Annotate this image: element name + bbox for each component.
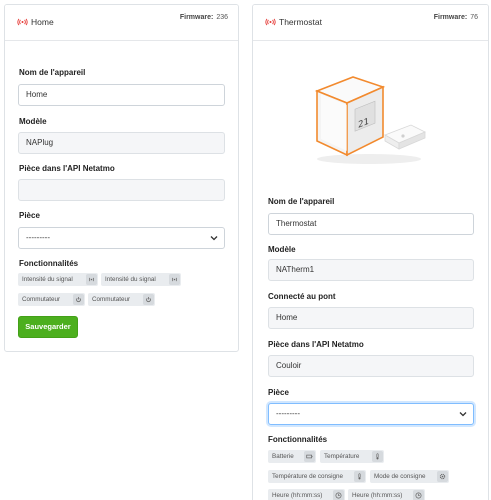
firmware-label: Firmware:	[433, 14, 468, 21]
device-name-label: Nom de l'appareil	[268, 197, 335, 206]
feature-tag-label: Commutateur	[22, 296, 61, 303]
feature-tag-label: Heure (hh:mm:ss)	[352, 492, 403, 499]
firmware-value: 76	[470, 14, 478, 21]
feature-tag-label: Batterie	[272, 453, 294, 460]
battery-icon	[304, 451, 315, 462]
room-select-value: ---------	[276, 409, 300, 418]
api-room-input[interactable]: Couloir	[268, 355, 474, 377]
bridge-label: Connecté au pont	[268, 292, 336, 301]
model-label: Modèle	[19, 117, 47, 126]
card-title: Thermostat	[265, 17, 322, 27]
api-room-input[interactable]	[18, 179, 225, 201]
feature-tag[interactable]: Commutateur	[88, 293, 155, 306]
card-title: Home	[17, 17, 54, 27]
room-select[interactable]: ---------	[18, 227, 225, 249]
thermostat-image: 21	[314, 76, 426, 164]
api-room-label: Pièce dans l'API Netatmo	[19, 164, 115, 173]
feature-tag[interactable]: Heure (hh:mm:ss)	[348, 489, 425, 500]
card-header: Home Firmware: 236	[5, 5, 238, 41]
device-name-title: Home	[31, 17, 54, 27]
feature-tag[interactable]: Température de consigne	[268, 470, 366, 483]
feature-tag[interactable]: Intensité du signal	[101, 273, 181, 286]
feature-tag-label: Commutateur	[92, 296, 131, 303]
chevron-down-icon	[210, 236, 218, 241]
feature-tag[interactable]: Intensité du signal	[18, 273, 98, 286]
feature-tag-label: Température de consigne	[272, 473, 344, 480]
device-name-input[interactable]: Thermostat	[268, 213, 474, 235]
thermometer-icon	[354, 471, 365, 482]
signal-icon	[86, 274, 97, 285]
signal-icon	[169, 274, 180, 285]
wifi-signal-icon	[265, 18, 276, 26]
api-room-label: Pièce dans l'API Netatmo	[268, 340, 364, 349]
model-input[interactable]: NATherm1	[268, 259, 474, 281]
features-label: Fonctionnalités	[268, 435, 328, 444]
feature-tag[interactable]: Commutateur	[18, 293, 85, 306]
clock-icon	[333, 490, 344, 500]
room-select[interactable]: ---------	[268, 403, 474, 425]
feature-tag[interactable]: Batterie	[268, 450, 316, 463]
chevron-down-icon	[459, 412, 467, 417]
firmware-value: 236	[216, 14, 228, 21]
room-label: Pièce	[19, 211, 40, 220]
room-label: Pièce	[268, 388, 289, 397]
feature-tag-label: Intensité du signal	[22, 276, 73, 283]
features-label: Fonctionnalités	[19, 259, 79, 268]
power-icon	[143, 294, 154, 305]
feature-tag-label: Température	[324, 453, 360, 460]
firmware-label: Firmware:	[179, 14, 214, 21]
bridge-input[interactable]: Home	[268, 307, 474, 329]
power-icon	[73, 294, 84, 305]
feature-tag-label: Heure (hh:mm:ss)	[272, 492, 323, 499]
save-button[interactable]: Sauvegarder	[18, 316, 78, 338]
device-name-input[interactable]: Home	[18, 84, 225, 106]
room-select-value: ---------	[26, 233, 50, 242]
feature-tag[interactable]: Température	[320, 450, 384, 463]
clock-icon	[413, 490, 424, 500]
feature-tag[interactable]: Mode de consigne	[370, 470, 449, 483]
feature-tag-label: Intensité du signal	[105, 276, 156, 283]
firmware-info: Firmware: 76	[434, 14, 478, 21]
wifi-signal-icon	[17, 18, 28, 26]
card-header: Thermostat Firmware: 76	[253, 5, 488, 41]
thermometer-icon	[372, 451, 383, 462]
device-name-label: Nom de l'appareil	[19, 68, 86, 77]
feature-tag-label: Mode de consigne	[374, 473, 426, 480]
device-card-home: Home Firmware: 236 Nom de l'appareil Home…	[4, 4, 239, 352]
gear-icon	[437, 471, 448, 482]
device-card-thermostat: Thermostat Firmware: 76 21 Nom de l'appar…	[252, 4, 489, 500]
device-name-title: Thermostat	[279, 17, 322, 27]
firmware-info: Firmware: 236	[180, 14, 228, 21]
model-label: Modèle	[268, 245, 296, 254]
feature-tag[interactable]: Heure (hh:mm:ss)	[268, 489, 345, 500]
model-input[interactable]: NAPlug	[18, 132, 225, 154]
